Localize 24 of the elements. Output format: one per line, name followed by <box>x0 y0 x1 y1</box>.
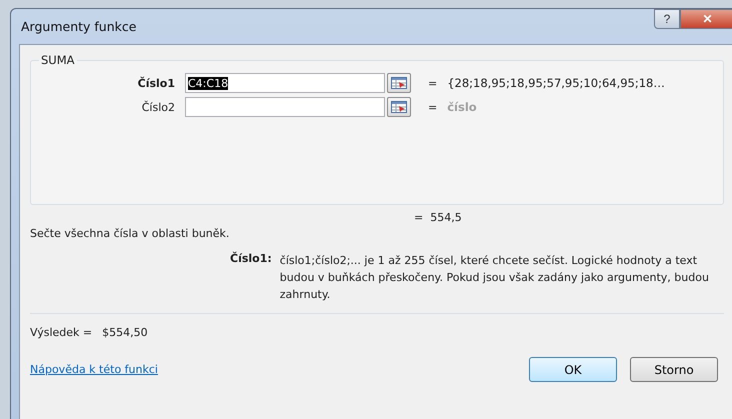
result-label: Výsledek = <box>30 326 92 339</box>
argument-label: Číslo2 <box>140 100 176 114</box>
range-picker-icon <box>391 77 407 89</box>
help-link[interactable]: Nápověda k této funkci <box>30 363 158 376</box>
argument-result: číslo <box>447 100 477 114</box>
argument-help-text: číslo1;číslo2;... je 1 až 255 čísel, které chcete sečíst. Logické hodnoty a text budou v buňkách přeskočeny. Pokud jsou však zadány jako argumenty, budou zahrnuty. <box>280 253 710 303</box>
dialog-button[interactable]: Storno <box>630 357 718 382</box>
function-name: SUMA <box>40 53 76 67</box>
equals-sign: = <box>428 76 438 90</box>
window-title: Argumenty funkce <box>20 19 136 34</box>
dialog-button[interactable]: OK <box>529 357 617 382</box>
argument-label: Číslo1 <box>136 76 176 90</box>
result-value: $554,50 <box>102 326 148 339</box>
help-button[interactable]: ? <box>654 9 680 29</box>
argument-help-label: Číslo1: <box>230 252 273 267</box>
argument-result: {28;18,95;18,95;57,95;10;64,95;18… <box>447 76 665 90</box>
range-picker-button[interactable] <box>387 97 411 117</box>
formula-result: = 554,5 <box>413 211 463 224</box>
argument-field[interactable]: C4:C18 <box>185 73 385 93</box>
range-picker-icon <box>391 101 407 113</box>
function-description: Sečte všechna čísla v oblasti buněk. <box>30 227 230 240</box>
equals-sign: = <box>428 100 438 114</box>
range-picker-button[interactable] <box>387 73 411 93</box>
argument-field[interactable] <box>185 97 385 117</box>
